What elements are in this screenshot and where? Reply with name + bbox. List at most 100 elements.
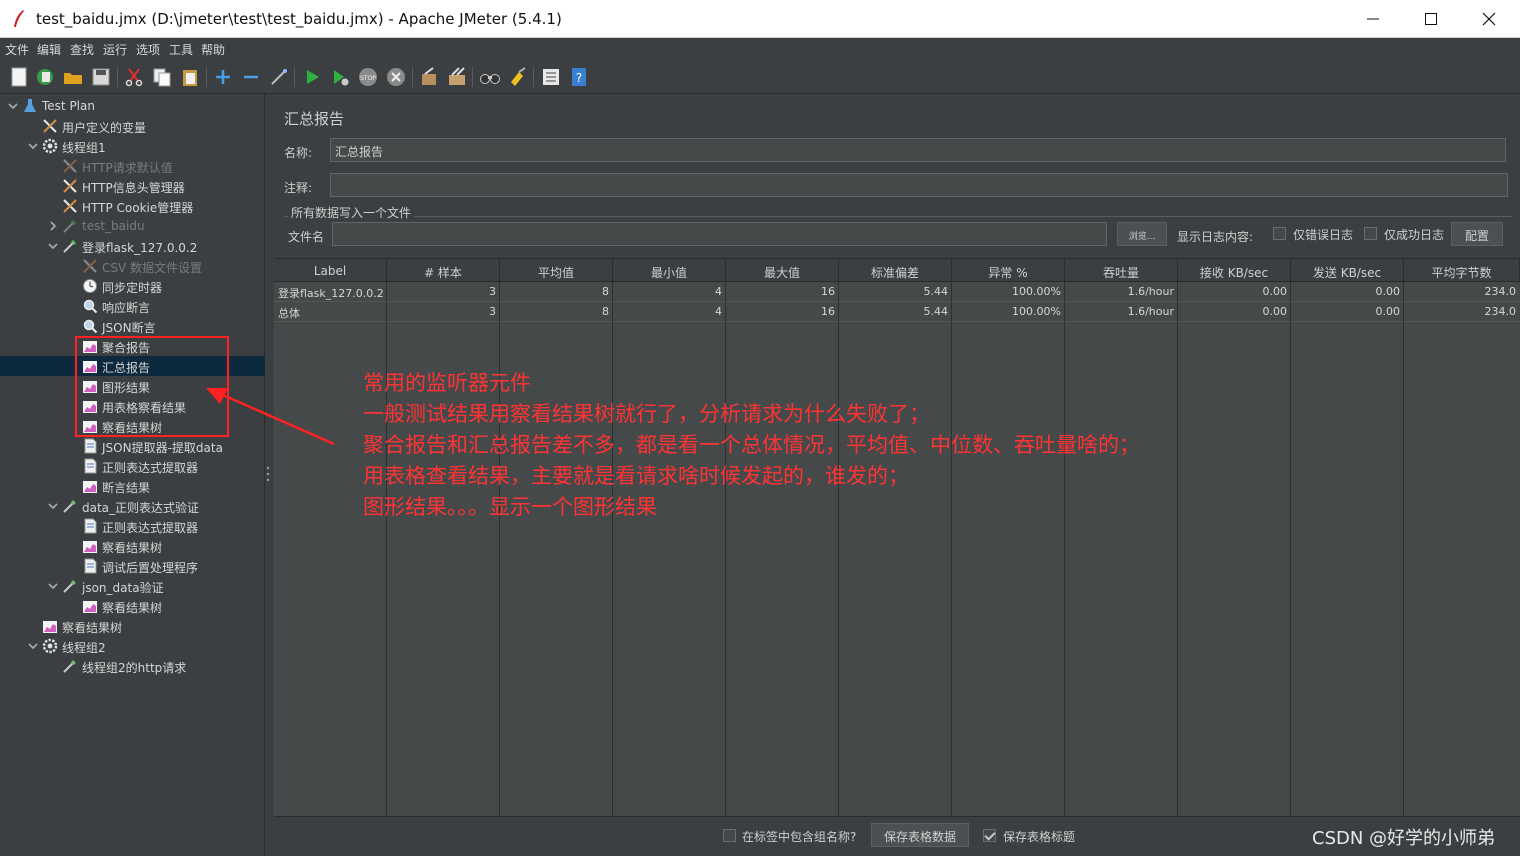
- chevron-down-icon[interactable]: [48, 581, 58, 591]
- clear-button[interactable]: [418, 66, 440, 88]
- tree-node[interactable]: HTTP请求默认值: [0, 156, 265, 176]
- tree-node[interactable]: json_data验证: [0, 576, 265, 596]
- tree-node[interactable]: CSV 数据文件设置: [0, 256, 265, 276]
- tree-node[interactable]: Test Plan: [0, 96, 265, 116]
- title-bar: test_baidu.jmx (D:\jmeter\test\test_baid…: [0, 0, 1520, 38]
- save-button[interactable]: [90, 66, 112, 88]
- shutdown-button[interactable]: [385, 66, 407, 88]
- save-table-button[interactable]: 保存表格数据: [871, 823, 969, 847]
- stop-button[interactable]: STOP: [357, 66, 379, 88]
- configure-button[interactable]: 配置: [1451, 222, 1503, 246]
- tree-node-label: json_data验证: [82, 581, 164, 595]
- column-header[interactable]: # 样本: [387, 258, 500, 282]
- chevron-down-icon[interactable]: [28, 641, 38, 651]
- tree-node[interactable]: 同步定时器: [0, 276, 265, 296]
- column-header[interactable]: 平均字节数: [1404, 258, 1520, 282]
- chevron-down-icon[interactable]: [28, 141, 38, 151]
- tree-node-label: 正则表达式提取器: [102, 461, 199, 475]
- tree-node[interactable]: 正则表达式提取器: [0, 516, 265, 536]
- start-button[interactable]: [301, 66, 323, 88]
- expand-all-button[interactable]: [212, 66, 234, 88]
- table-row[interactable]: 登录flask_127.0.0.2 3 8 4 16 5.44 100.00% 1.6/hou…: [274, 282, 1520, 302]
- tree-node[interactable]: HTTP Cookie管理器: [0, 196, 265, 216]
- tree-node[interactable]: 用户定义的变量: [0, 116, 265, 136]
- errors-only-checkbox[interactable]: [1273, 227, 1286, 240]
- tree-node[interactable]: 线程组1: [0, 136, 265, 156]
- tree-node[interactable]: 响应断言: [0, 296, 265, 316]
- include-group-checkbox[interactable]: [723, 829, 736, 842]
- column-header[interactable]: 异常 %: [952, 258, 1065, 282]
- tree-node[interactable]: 断言结果: [0, 476, 265, 496]
- start-no-pauses-button[interactable]: [329, 66, 351, 88]
- tree-node[interactable]: test_baidu: [0, 216, 265, 236]
- menu-edit[interactable]: 编辑: [37, 41, 61, 58]
- menu-run[interactable]: 运行: [103, 41, 127, 58]
- search-button[interactable]: [479, 66, 501, 88]
- column-header[interactable]: 平均值: [500, 258, 613, 282]
- close-button[interactable]: [1460, 0, 1518, 38]
- tree-node-label: 正则表达式提取器: [102, 521, 199, 535]
- templates-button[interactable]: [34, 66, 56, 88]
- column-divider: [951, 282, 952, 816]
- function-helper-button[interactable]: [540, 66, 562, 88]
- reset-search-button[interactable]: [507, 66, 529, 88]
- tree-node[interactable]: 察看结果树: [0, 536, 265, 556]
- chevron-down-icon[interactable]: [8, 101, 18, 111]
- column-header[interactable]: Label: [274, 258, 387, 282]
- templates-icon: [37, 69, 53, 85]
- menu-help[interactable]: 帮助: [201, 41, 225, 58]
- success-only-checkbox[interactable]: [1364, 227, 1377, 240]
- filename-input[interactable]: [332, 222, 1107, 246]
- binoculars-icon: [480, 74, 500, 84]
- minimize-button[interactable]: [1344, 0, 1402, 38]
- chevron-down-icon[interactable]: [48, 241, 58, 251]
- tree-node[interactable]: 察看结果树: [0, 596, 265, 616]
- column-header[interactable]: 最大值: [726, 258, 839, 282]
- tree-node[interactable]: HTTP信息头管理器: [0, 176, 265, 196]
- help-button[interactable]: ?: [568, 66, 590, 88]
- splitter-handle[interactable]: [266, 466, 270, 482]
- tree-node[interactable]: 登录flask_127.0.0.2: [0, 236, 265, 256]
- tree-node[interactable]: 线程组2: [0, 636, 265, 656]
- maximize-button[interactable]: [1402, 0, 1460, 38]
- tree-node[interactable]: data_正则表达式验证: [0, 496, 265, 516]
- chevron-right-icon[interactable]: [48, 221, 58, 231]
- clear-all-button[interactable]: [446, 66, 468, 88]
- tree-node[interactable]: 正则表达式提取器: [0, 456, 265, 476]
- tree-node[interactable]: JSON断言: [0, 316, 265, 336]
- open-button[interactable]: [62, 66, 84, 88]
- column-header[interactable]: 发送 KB/sec: [1291, 258, 1404, 282]
- menu-tools[interactable]: 工具: [169, 41, 193, 58]
- save-header-checkbox[interactable]: [983, 829, 996, 842]
- tree-node-label: 用户定义的变量: [62, 121, 147, 135]
- browse-button[interactable]: 浏览...: [1117, 222, 1167, 246]
- menu-search[interactable]: 查找: [70, 41, 94, 58]
- column-header[interactable]: 最小值: [613, 258, 726, 282]
- tree-node[interactable]: 察看结果树: [0, 616, 265, 636]
- tree-node[interactable]: 调试后置处理程序: [0, 556, 265, 576]
- column-header[interactable]: 标准偏差: [839, 258, 952, 282]
- annotation-line: 图形结果。。。显示一个图形结果: [363, 495, 657, 519]
- tree-node-label: 断言结果: [102, 481, 151, 495]
- new-button[interactable]: [8, 66, 30, 88]
- chevron-down-icon[interactable]: [48, 501, 58, 511]
- table-row[interactable]: 总体 3 8 4 16 5.44 100.00% 1.6/hour 0.00 0.00 234.0: [274, 302, 1520, 322]
- tree-node-label: Test Plan: [42, 99, 95, 113]
- copy-icon: [153, 68, 171, 87]
- comment-input[interactable]: [330, 173, 1508, 197]
- plus-icon: [216, 70, 230, 84]
- collapse-all-button[interactable]: [240, 66, 262, 88]
- tree-node[interactable]: 线程组2的http请求: [0, 656, 265, 676]
- cut-button[interactable]: [123, 66, 145, 88]
- column-header[interactable]: 吞吐量: [1065, 258, 1178, 282]
- table-cell: 5.44: [923, 285, 949, 298]
- menu-options[interactable]: 选项: [136, 41, 160, 58]
- toggle-button[interactable]: [268, 66, 290, 88]
- copy-button[interactable]: [151, 66, 173, 88]
- name-input[interactable]: 汇总报告: [330, 138, 1506, 162]
- broom-icon: [422, 67, 436, 85]
- column-header[interactable]: 接收 KB/sec: [1178, 258, 1291, 282]
- menu-file[interactable]: 文件: [5, 41, 29, 58]
- minimize-icon: [1367, 18, 1379, 20]
- paste-button[interactable]: [179, 66, 201, 88]
